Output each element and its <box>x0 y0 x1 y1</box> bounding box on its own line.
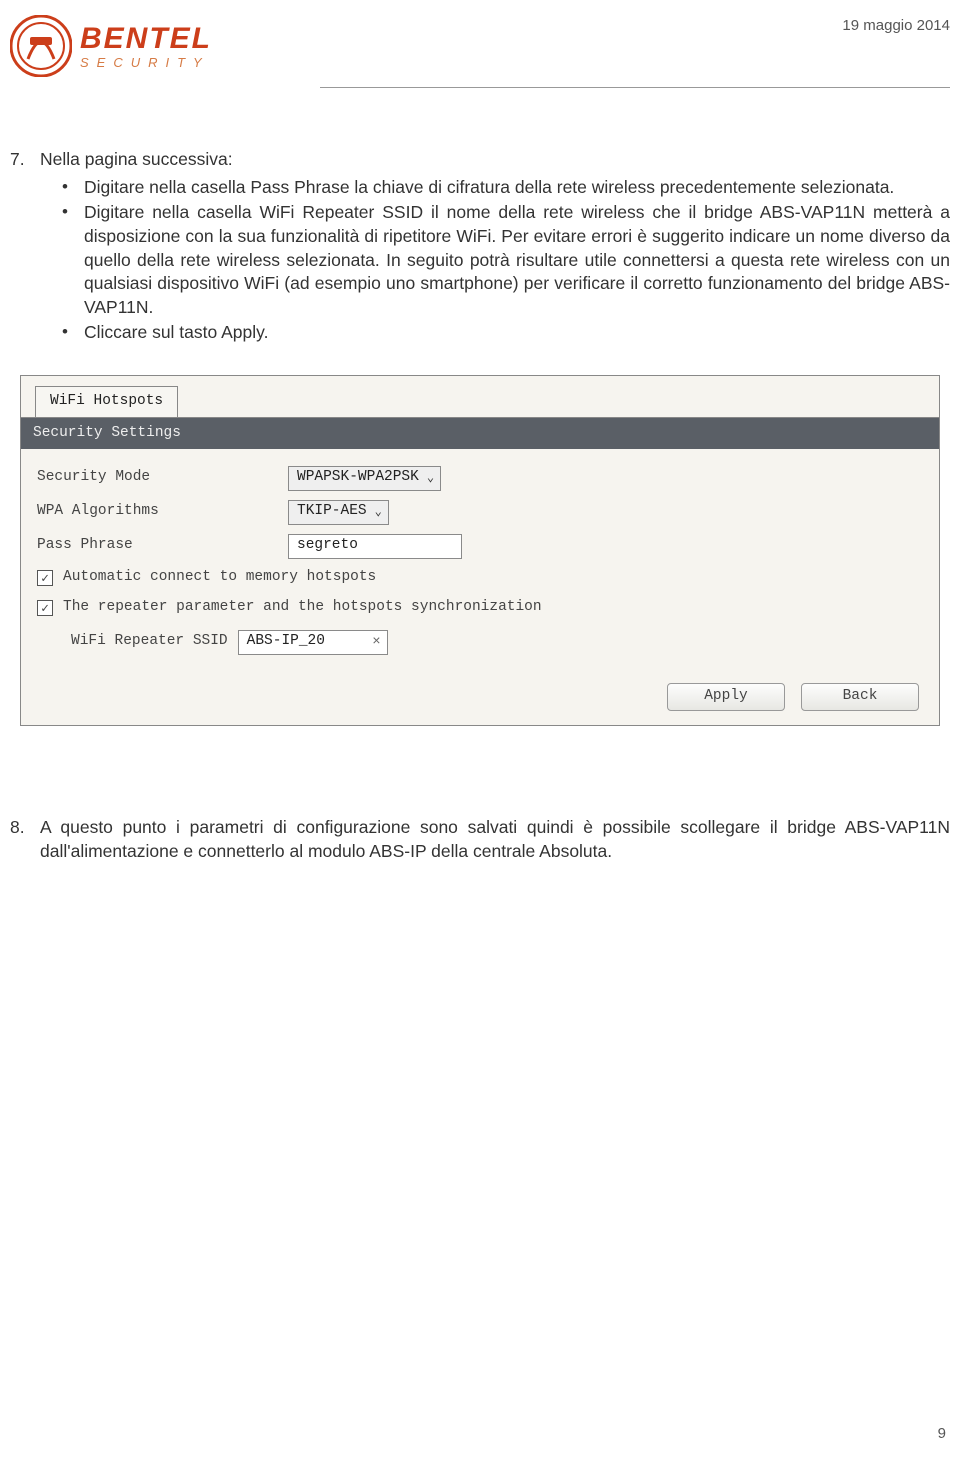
repeater-sync-checkbox[interactable]: ✓ <box>37 600 53 616</box>
page-number: 9 <box>938 1425 946 1442</box>
section-7-bullet-3: Cliccare sul tasto Apply. <box>84 321 950 345</box>
clear-icon[interactable]: × <box>372 633 380 652</box>
label-wpa-algorithms: WPA Algorithms <box>33 502 288 522</box>
repeater-sync-label: The repeater parameter and the hotspots … <box>63 598 542 618</box>
auto-connect-label: Automatic connect to memory hotspots <box>63 568 376 588</box>
section-7-intro: Nella pagina successiva: <box>40 149 233 169</box>
bentel-logo-icon <box>10 15 72 77</box>
tab-row: WiFi Hotspots <box>21 376 939 417</box>
repeater-ssid-value: ABS-IP_20 <box>247 632 325 652</box>
section-7-bullet-1: Digitare nella casella Pass Phrase la ch… <box>84 176 950 200</box>
row-pass-phrase: Pass Phrase segreto <box>33 529 927 563</box>
row-wpa-algorithms: WPA Algorithms TKIP-AES ⌄ <box>33 495 927 529</box>
label-repeater-ssid: WiFi Repeater SSID <box>71 632 228 652</box>
label-security-mode: Security Mode <box>33 468 288 488</box>
apply-button[interactable]: Apply <box>667 683 785 711</box>
wpa-algorithms-value: TKIP-AES <box>297 502 367 522</box>
row-repeater-ssid: WiFi Repeater SSID ABS-IP_20 × <box>33 623 927 661</box>
tab-wifi-hotspots[interactable]: WiFi Hotspots <box>35 386 178 417</box>
logo: BENTEL SECURITY <box>10 15 212 77</box>
section-7-bullet-2: Digitare nella casella WiFi Repeater SSI… <box>84 201 950 319</box>
settings-screenshot: WiFi Hotspots Security Settings Security… <box>20 375 940 726</box>
header-date: 19 maggio 2014 <box>842 17 950 34</box>
section-8: A questo punto i parametri di configuraz… <box>40 816 950 863</box>
repeater-ssid-input[interactable]: ABS-IP_20 × <box>238 630 388 655</box>
security-mode-value: WPAPSK-WPA2PSK <box>297 468 419 488</box>
page-content: Nella pagina successiva: Digitare nella … <box>0 88 960 913</box>
page-header: BENTEL SECURITY 19 maggio 2014 <box>0 0 960 87</box>
row-auto-connect: ✓ Automatic connect to memory hotspots <box>33 563 927 593</box>
label-pass-phrase: Pass Phrase <box>33 536 288 556</box>
logo-main: BENTEL <box>80 24 212 54</box>
row-repeater-sync: ✓ The repeater parameter and the hotspot… <box>33 593 927 623</box>
security-mode-select[interactable]: WPAPSK-WPA2PSK ⌄ <box>288 466 441 491</box>
back-button[interactable]: Back <box>801 683 919 711</box>
panel-title: Security Settings <box>21 418 939 450</box>
security-panel: Security Settings Security Mode WPAPSK-W… <box>21 417 939 726</box>
section-7: Nella pagina successiva: Digitare nella … <box>40 148 950 345</box>
wpa-algorithms-select[interactable]: TKIP-AES ⌄ <box>288 500 389 525</box>
chevron-down-icon: ⌄ <box>375 504 382 520</box>
pass-phrase-input[interactable]: segreto <box>288 534 462 559</box>
section-8-text: A questo punto i parametri di configuraz… <box>40 816 950 863</box>
chevron-down-icon: ⌄ <box>427 470 434 486</box>
logo-text: BENTEL SECURITY <box>80 24 212 69</box>
row-security-mode: Security Mode WPAPSK-WPA2PSK ⌄ <box>33 461 927 495</box>
auto-connect-checkbox[interactable]: ✓ <box>37 570 53 586</box>
button-row: Apply Back <box>21 673 939 725</box>
logo-sub: SECURITY <box>80 56 212 69</box>
